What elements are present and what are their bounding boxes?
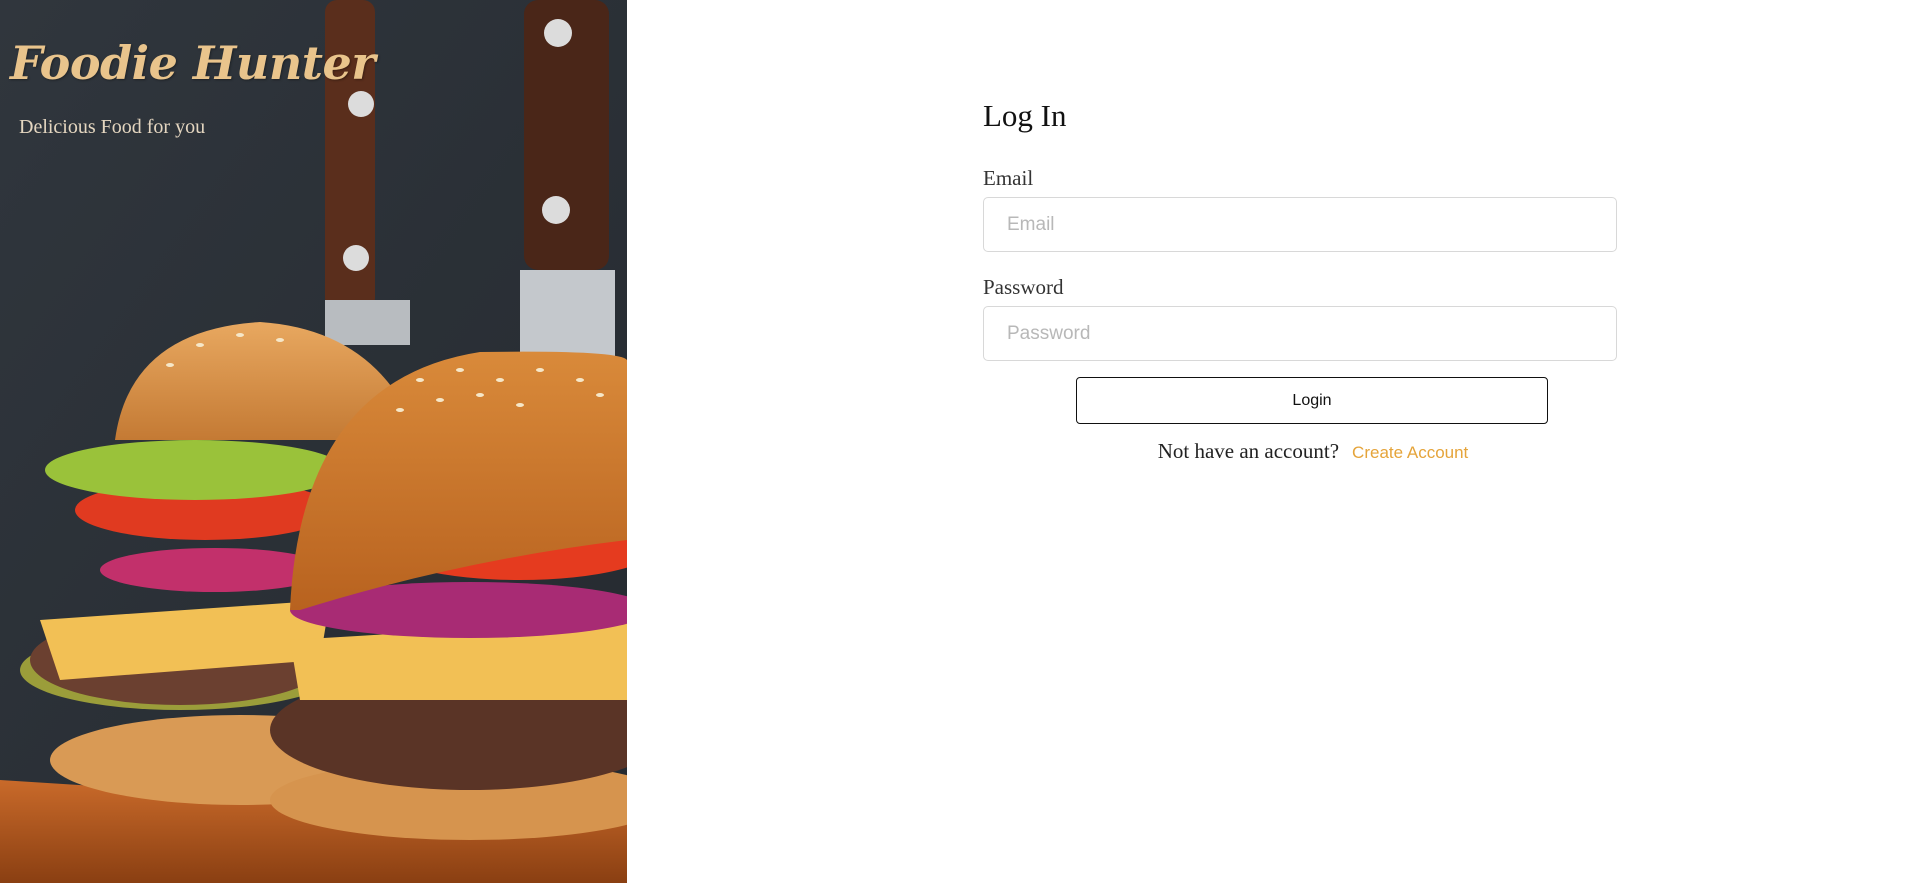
password-label: Password xyxy=(983,275,1064,299)
hero-panel: Foodie Hunter Delicious Food for you xyxy=(0,0,627,883)
create-account-link[interactable]: Create Account xyxy=(1352,443,1468,462)
signup-prompt: Not have an account? xyxy=(1157,439,1340,463)
signup-row: Not have an account? Create Account xyxy=(983,438,1617,464)
email-label: Email xyxy=(983,166,1034,190)
page-title: Log In xyxy=(983,98,1067,133)
login-button[interactable]: Login xyxy=(1076,377,1548,424)
brand-logo: Foodie Hunter xyxy=(10,36,376,90)
login-form: Log In Email Password Login Not have an … xyxy=(983,96,1617,464)
password-field[interactable] xyxy=(983,306,1617,361)
brand-tagline: Delicious Food for you xyxy=(19,116,206,138)
email-field[interactable] xyxy=(983,197,1617,252)
